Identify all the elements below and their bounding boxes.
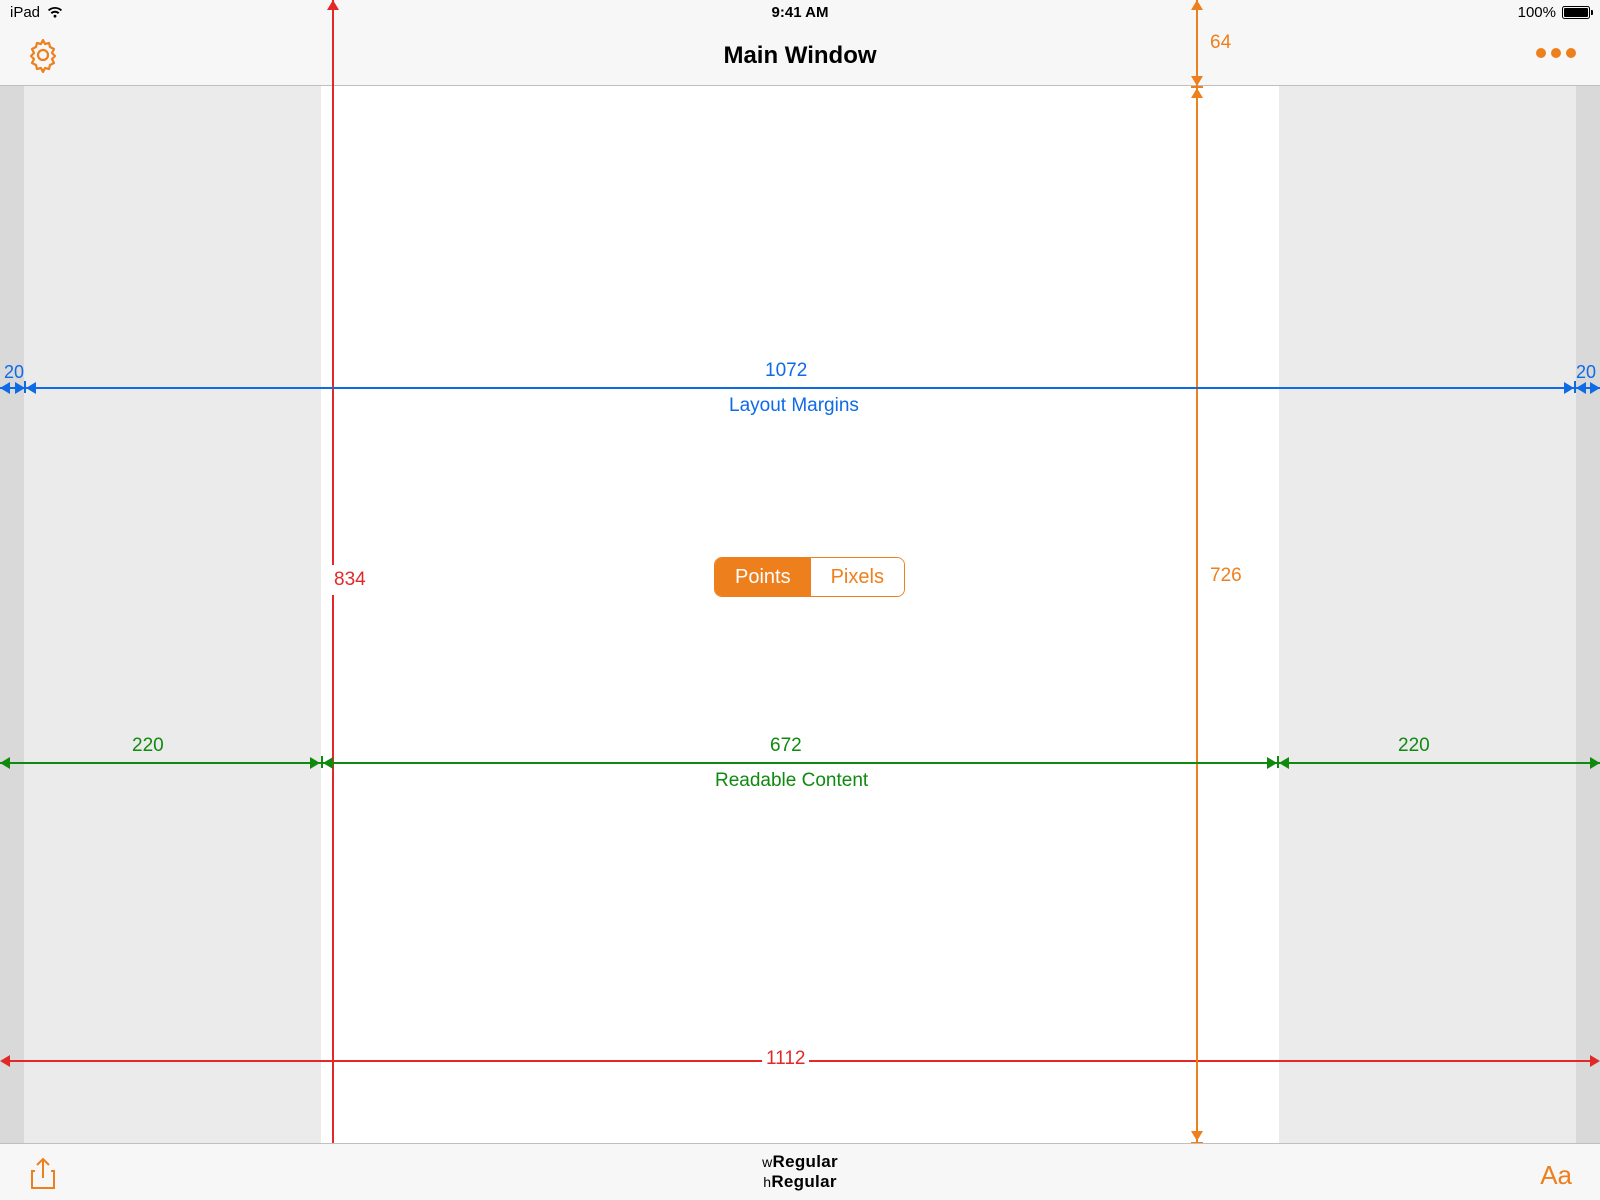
readable-width-value: 672	[770, 735, 802, 757]
more-icon[interactable]	[1536, 48, 1576, 58]
nav-bar: Main Window	[0, 24, 1600, 86]
window-width-value: 1112	[762, 1048, 809, 1070]
width-class: Regular	[773, 1152, 838, 1171]
readable-right-line	[1279, 762, 1600, 764]
readable-width-line	[323, 762, 1277, 764]
margin-width-line	[26, 387, 1574, 389]
arrow-left-icon	[0, 757, 10, 769]
segment-pixels[interactable]: Pixels	[811, 558, 904, 596]
status-bar: iPad 9:41 AM 100%	[0, 0, 1600, 24]
arrow-right-icon	[1590, 757, 1600, 769]
bottom-toolbar: wRegular hRegular Aa	[0, 1143, 1600, 1200]
safe-area-line	[1196, 0, 1198, 1200]
content-area	[321, 86, 1279, 1143]
arrow-right-icon	[1590, 382, 1600, 394]
arrow-down-icon	[1191, 76, 1203, 86]
arrow-right-icon	[1564, 382, 1574, 394]
safe-area-top-value: 64	[1210, 32, 1231, 54]
margin-right-value: 20	[1576, 362, 1596, 383]
arrow-left-icon	[0, 382, 10, 394]
readable-right-value: 220	[1398, 735, 1430, 757]
margin-width-value: 1072	[765, 360, 807, 382]
arrow-right-icon	[1590, 1055, 1600, 1067]
layout-canvas	[0, 86, 1600, 1143]
readable-gap-right	[1279, 86, 1576, 1143]
margin-left-value: 20	[4, 362, 24, 383]
edge-left	[0, 86, 24, 1143]
edge-right	[1576, 86, 1600, 1143]
arrow-left-icon	[26, 382, 36, 394]
arrow-left-icon	[1279, 757, 1289, 769]
size-class-readout: wRegular hRegular	[0, 1152, 1600, 1192]
arrow-left-icon	[323, 757, 333, 769]
readable-left-value: 220	[132, 735, 164, 757]
readable-label: Readable Content	[715, 770, 868, 792]
status-time: 9:41 AM	[0, 4, 1600, 21]
arrow-up-icon	[1191, 88, 1203, 98]
readable-left-line	[0, 762, 321, 764]
window-height-line	[332, 0, 334, 1200]
page-title: Main Window	[0, 42, 1600, 70]
width-prefix: w	[762, 1154, 772, 1170]
arrow-left-icon	[1576, 382, 1586, 394]
margin-label: Layout Margins	[729, 395, 859, 417]
arrow-up-icon	[327, 0, 339, 10]
safe-area-height-value: 726	[1210, 565, 1242, 587]
arrow-right-icon	[310, 757, 320, 769]
arrow-right-icon	[1267, 757, 1277, 769]
readable-gap-left	[24, 86, 321, 1143]
segment-points[interactable]: Points	[715, 558, 811, 596]
units-segmented-control[interactable]: Points Pixels	[714, 557, 905, 597]
window-height-value: 834	[328, 565, 372, 595]
arrow-down-icon	[1191, 1131, 1203, 1141]
arrow-up-icon	[1191, 0, 1203, 10]
arrow-left-icon	[0, 1055, 10, 1067]
height-class: Regular	[771, 1172, 836, 1191]
battery-icon	[1562, 6, 1590, 19]
text-size-icon[interactable]: Aa	[1540, 1160, 1572, 1191]
